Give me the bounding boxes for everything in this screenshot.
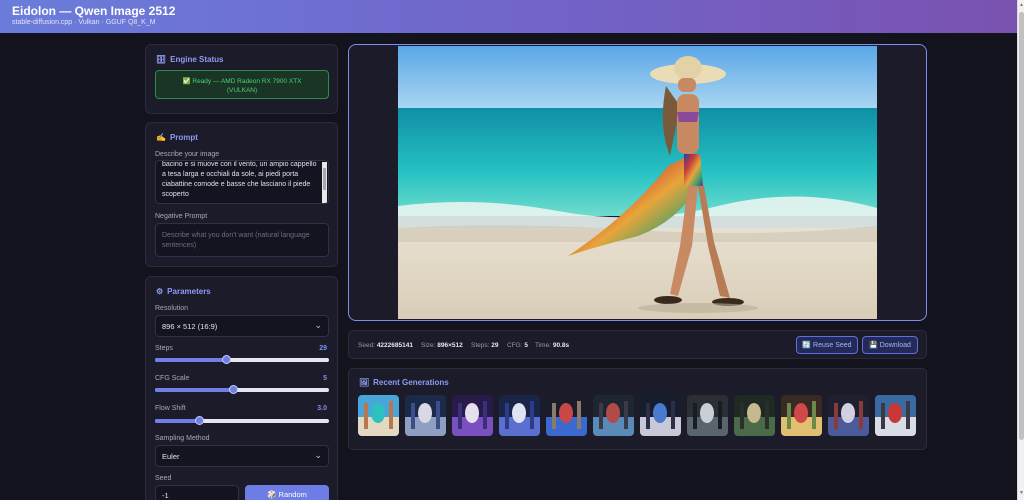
flow-shift-value: 3.0 — [317, 405, 327, 412]
reuse-seed-button[interactable]: 🔄 Reuse Seed — [796, 336, 858, 354]
page-scrollbar-thumb[interactable] — [1019, 12, 1024, 440]
sampling-method-label: Sampling Method — [155, 435, 210, 442]
random-seed-button[interactable]: 🎲 Random — [245, 485, 329, 500]
recent-thumbnail[interactable] — [875, 395, 916, 436]
recent-thumbnail[interactable] — [546, 395, 587, 436]
chevron-down-icon: ⌄ — [314, 320, 322, 330]
steps-info-value: 29 — [491, 342, 499, 349]
writing-hand-icon: ✍ — [156, 133, 166, 142]
resolution-label: Resolution — [155, 305, 189, 312]
recent-thumbnail[interactable] — [405, 395, 446, 436]
cfg-value: 5 — [323, 375, 327, 382]
parameters-title: ⚙ Parameters — [156, 287, 211, 296]
steps-value: 29 — [319, 345, 327, 352]
recent-thumbnail[interactable] — [687, 395, 728, 436]
prompt-card: ✍ Prompt Describe your image bacino e si … — [145, 122, 338, 267]
generated-image-frame — [348, 44, 927, 321]
prompt-text: bacino e si muove con il vento, un ampio… — [162, 161, 317, 198]
resolution-select[interactable]: 896 × 512 (16:9) ⌄ — [155, 315, 329, 337]
seed-label: Seed — [155, 475, 172, 482]
steps-slider-fill — [155, 358, 227, 362]
steps-label: Steps — [155, 345, 173, 352]
app-subtitle: stable-diffusion.cpp · Vulkan · GGUF Q8_… — [12, 19, 156, 26]
generated-image[interactable] — [398, 46, 877, 319]
cfg-slider-fill — [155, 388, 234, 392]
seed-input[interactable]: -1 — [155, 485, 239, 500]
engine-status-card: 🗄 Engine Status ✅ Ready — AMD Radeon RX 7… — [145, 44, 338, 114]
image-icon: 🖼 — [359, 378, 370, 387]
recent-generations-title: 🖼 Recent Generations — [359, 378, 449, 387]
recent-thumbnail[interactable] — [640, 395, 681, 436]
sampling-method-value: Euler — [162, 452, 180, 461]
engine-status-backend: (VULKAN) — [226, 87, 258, 94]
recent-generations-card: 🖼 Recent Generations — [348, 368, 927, 450]
flow-shift-slider-thumb[interactable] — [194, 416, 204, 425]
engine-status-title: 🗄 Engine Status — [156, 55, 224, 64]
download-button[interactable]: 💾 Download — [862, 336, 918, 354]
chevron-down-icon: ⌄ — [314, 450, 322, 460]
seed-info-value: 4222685141 — [376, 342, 413, 349]
engine-status-badge: ✅ Ready — AMD Radeon RX 7900 XTX (VULKAN… — [155, 70, 329, 99]
recent-thumbnail[interactable] — [828, 395, 869, 436]
steps-slider-thumb[interactable] — [222, 355, 232, 364]
time-info: Time: 90.8s — [535, 342, 570, 349]
seed-input-value: -1 — [162, 491, 169, 500]
size-info: Size: 896×512 — [421, 342, 463, 349]
time-info-value: 90.8s — [552, 342, 570, 349]
cfg-label: CFG Scale — [155, 375, 190, 382]
flow-shift-slider-fill — [155, 419, 199, 423]
cfg-slider[interactable] — [155, 385, 329, 394]
recent-thumbnail[interactable] — [593, 395, 634, 436]
negative-prompt-label: Negative Prompt — [155, 213, 208, 220]
prompt-label: Describe your image — [155, 151, 220, 158]
page-scrollbar[interactable]: ▲ ▼ — [1017, 0, 1024, 500]
scroll-up-arrow-icon[interactable]: ▲ — [1019, 2, 1024, 8]
size-info-value: 896×512 — [437, 342, 463, 349]
app-header: Eidolon — Qwen Image 2512 stable-diffusi… — [0, 0, 1017, 33]
negative-prompt-textarea[interactable]: Describe what you don't want (natural la… — [155, 223, 329, 257]
flow-shift-label: Flow Shift — [155, 405, 186, 412]
prompt-title: ✍ Prompt — [156, 133, 198, 142]
scroll-down-arrow-icon[interactable]: ▼ — [1019, 490, 1024, 496]
steps-info: Steps: 29 — [471, 342, 499, 349]
prompt-textarea-scrollbar[interactable] — [322, 162, 327, 203]
recent-thumbnail[interactable] — [499, 395, 540, 436]
prompt-textarea[interactable]: bacino e si muove con il vento, un ampio… — [155, 160, 329, 204]
parameters-card: ⚙ Parameters Resolution 896 × 512 (16:9) … — [145, 276, 338, 500]
recent-thumbnail[interactable] — [734, 395, 775, 436]
resolution-value: 896 × 512 (16:9) — [162, 322, 218, 331]
gear-icon: ⚙ — [156, 287, 164, 296]
engine-status-text: ✅ Ready — AMD Radeon RX 7900 XTX — [182, 78, 302, 85]
cfg-info: CFG: 5 — [507, 342, 528, 349]
cfg-slider-thumb[interactable] — [229, 385, 239, 394]
cfg-info-value: 5 — [524, 342, 528, 349]
steps-slider[interactable] — [155, 355, 329, 364]
seed-info: Seed: 4222685141 — [358, 342, 413, 349]
sampling-method-select[interactable]: Euler ⌄ — [155, 445, 329, 467]
flow-shift-slider[interactable] — [155, 416, 329, 425]
app-title: Eidolon — Qwen Image 2512 — [12, 4, 176, 18]
recent-thumbnail[interactable] — [358, 395, 399, 436]
database-icon: 🗄 — [156, 55, 167, 64]
generation-info-bar: Seed: 4222685141 Size: 896×512 Steps: 29… — [348, 330, 927, 359]
recent-thumbnail[interactable] — [781, 395, 822, 436]
negative-prompt-placeholder: Describe what you don't want (natural la… — [162, 232, 310, 249]
recent-thumbnail[interactable] — [452, 395, 493, 436]
